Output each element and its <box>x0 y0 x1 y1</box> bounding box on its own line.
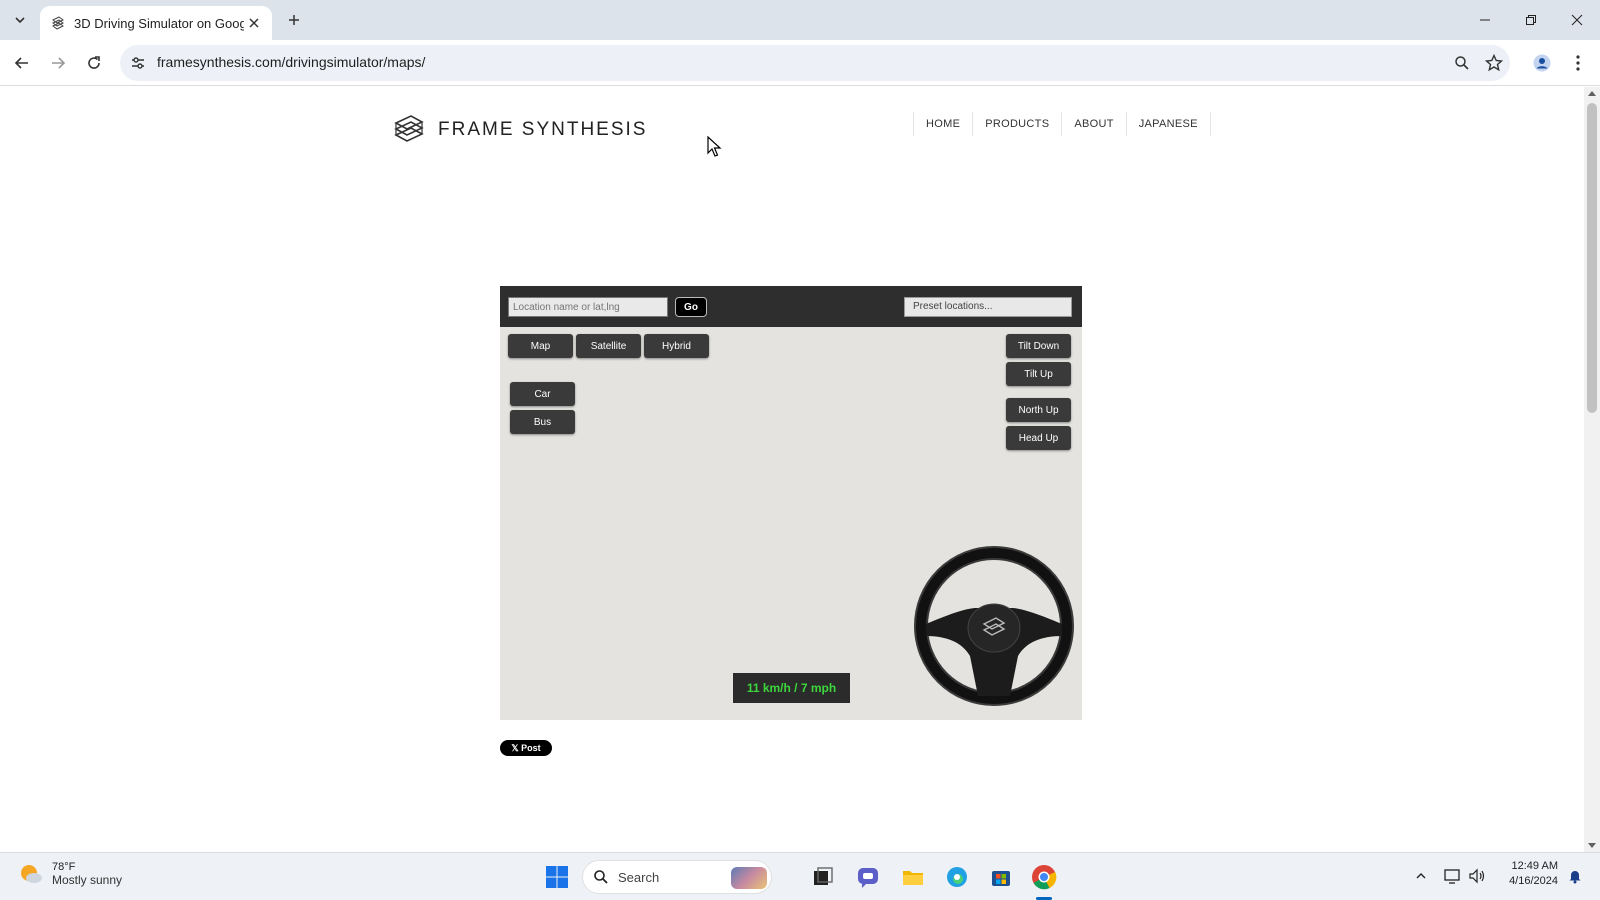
system-clock[interactable]: 12:49 AM 4/16/2024 <box>1500 860 1558 887</box>
file-explorer-icon[interactable] <box>898 862 928 892</box>
tilt-down-button[interactable]: Tilt Down <box>1006 334 1071 358</box>
search-highlight-image-icon <box>731 867 767 889</box>
windows-start-icon[interactable] <box>542 862 572 892</box>
head-up-button[interactable]: Head Up <box>1006 426 1071 450</box>
notification-bell-icon[interactable] <box>1564 865 1586 887</box>
frame-synthesis-logo-icon <box>394 115 424 142</box>
close-window-icon[interactable] <box>1554 0 1600 40</box>
browser-tab[interactable]: 3D Driving Simulator on Googl <box>40 6 272 40</box>
windows-taskbar: 78°F Mostly sunny Search 12:49 AM 4/16/2… <box>0 852 1600 900</box>
minimize-icon[interactable] <box>1462 0 1508 40</box>
bookmark-star-icon[interactable] <box>1484 53 1504 73</box>
site-favicon-icon <box>50 15 66 31</box>
north-up-button[interactable]: North Up <box>1006 398 1071 422</box>
volume-speaker-icon[interactable] <box>1466 865 1488 887</box>
page-viewport: FRAME SYNTHESIS HOME PRODUCTS ABOUT JAPA… <box>0 87 1584 852</box>
nav-products[interactable]: PRODUCTS <box>972 112 1061 136</box>
new-tab-plus-icon[interactable] <box>282 8 306 32</box>
nav-about[interactable]: ABOUT <box>1061 112 1125 136</box>
url-text[interactable]: framesynthesis.com/drivingsimulator/maps… <box>157 54 425 70</box>
address-bar[interactable]: framesynthesis.com/drivingsimulator/maps… <box>120 45 1510 81</box>
edge-browser-icon[interactable] <box>942 862 972 892</box>
restore-icon[interactable] <box>1508 0 1554 40</box>
site-logo[interactable]: FRAME SYNTHESIS <box>392 113 647 147</box>
tilt-up-button[interactable]: Tilt Up <box>1006 362 1071 386</box>
scrollbar-thumb[interactable] <box>1587 103 1597 413</box>
chrome-browser-icon[interactable] <box>1029 862 1059 892</box>
forward-arrow-icon[interactable] <box>44 49 72 77</box>
profile-avatar-icon[interactable] <box>1528 49 1556 77</box>
weather-description: Mostly sunny <box>52 873 123 887</box>
tab-search-chevron-icon[interactable] <box>8 8 32 32</box>
mouse-cursor-icon <box>707 136 722 157</box>
scroll-down-arrow-icon[interactable] <box>1588 843 1596 848</box>
map-type-hybrid-button[interactable]: Hybrid <box>644 334 709 358</box>
browser-tabstrip: 3D Driving Simulator on Googl <box>0 0 1600 40</box>
tab-title: 3D Driving Simulator on Googl <box>74 15 244 31</box>
go-button[interactable]: Go <box>675 297 707 317</box>
nav-japanese[interactable]: JAPANESE <box>1125 112 1211 136</box>
site-info-tune-icon[interactable] <box>128 53 148 73</box>
scroll-up-arrow-icon[interactable] <box>1588 91 1596 96</box>
simulator-top-bar: Go Preset locations... <box>500 286 1082 327</box>
sun-cloud-weather-icon <box>21 865 42 883</box>
reload-icon[interactable] <box>80 49 108 77</box>
preset-locations-select[interactable]: Preset locations... <box>904 297 1072 317</box>
zoom-magnifier-icon[interactable] <box>1452 53 1472 73</box>
browser-menu-kebab-icon[interactable] <box>1564 49 1592 77</box>
map-type-map-button[interactable]: Map <box>508 334 573 358</box>
clock-time: 12:49 AM <box>1511 860 1558 872</box>
speedometer-readout: 11 km/h / 7 mph <box>733 673 850 703</box>
logo-text: FRAME SYNTHESIS <box>438 119 648 140</box>
location-input[interactable] <box>508 297 668 317</box>
site-nav: HOME PRODUCTS ABOUT JAPANESE <box>913 112 1211 136</box>
x-post-button[interactable]: 𝕏 Post <box>500 740 552 756</box>
show-hidden-icons-chevron-icon[interactable] <box>1410 865 1432 887</box>
taskbar-search-box[interactable]: Search <box>582 860 772 894</box>
microsoft-store-icon[interactable] <box>986 862 1016 892</box>
vehicle-bus-button[interactable]: Bus <box>510 410 575 434</box>
nav-home[interactable]: HOME <box>913 112 972 136</box>
network-icon[interactable] <box>1442 865 1464 887</box>
back-arrow-icon[interactable] <box>8 49 36 77</box>
search-icon <box>594 870 608 884</box>
vehicle-car-button[interactable]: Car <box>510 382 575 406</box>
tab-close-icon[interactable] <box>246 15 262 31</box>
task-view-icon[interactable] <box>808 862 838 892</box>
clock-date: 4/16/2024 <box>1509 875 1558 887</box>
browser-toolbar: framesynthesis.com/drivingsimulator/maps… <box>0 40 1600 86</box>
teams-chat-icon[interactable] <box>853 862 883 892</box>
map-type-satellite-button[interactable]: Satellite <box>576 334 641 358</box>
weather-temperature: 78°F <box>52 861 76 873</box>
screen: 3D Driving Simulator on Googl framesynth… <box>0 0 1600 900</box>
driving-simulator-panel[interactable]: Go Preset locations... Map Satellite Hyb… <box>500 286 1082 720</box>
steering-wheel-icon[interactable] <box>914 546 1074 706</box>
page-scrollbar[interactable] <box>1584 87 1600 852</box>
weather-widget[interactable]: 78°F Mostly sunny <box>18 861 122 887</box>
taskbar-search-label: Search <box>618 870 660 885</box>
